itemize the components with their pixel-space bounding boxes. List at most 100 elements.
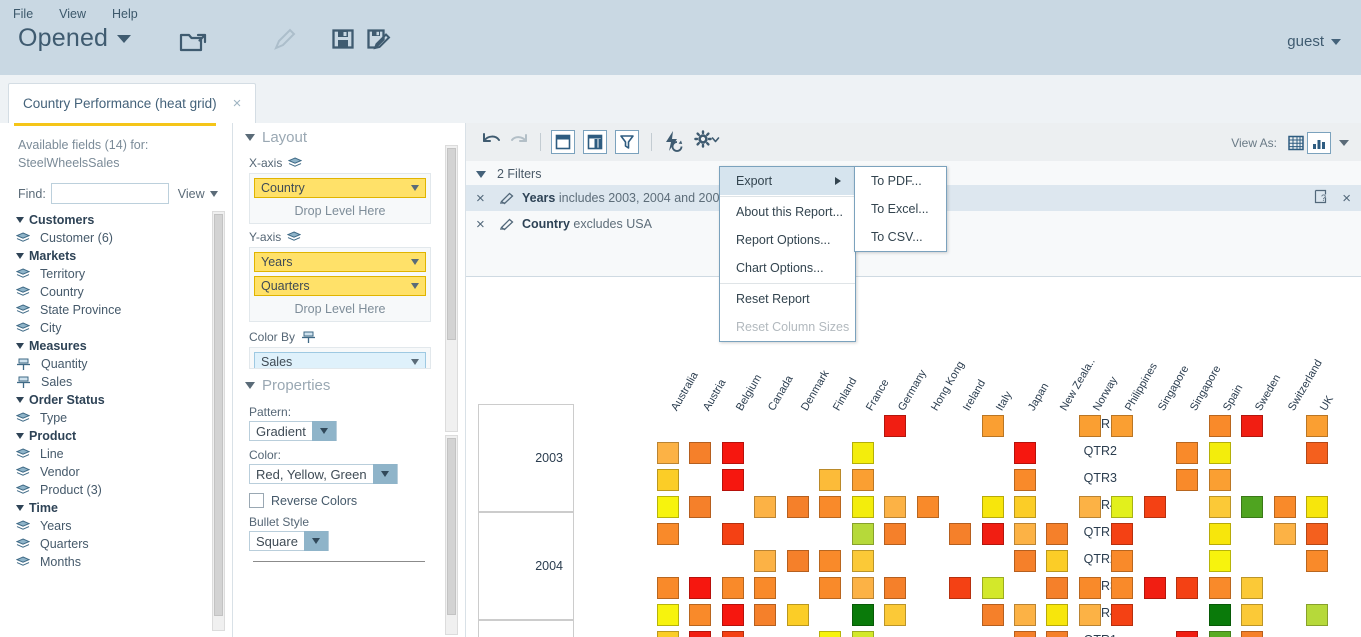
field-country[interactable]: Country bbox=[16, 283, 216, 301]
properties-scrollbar[interactable] bbox=[445, 435, 458, 635]
heat-cell[interactable] bbox=[819, 469, 842, 491]
menu-view[interactable]: View bbox=[46, 4, 99, 24]
heat-cell[interactable] bbox=[1078, 604, 1101, 626]
heat-cell[interactable] bbox=[949, 523, 972, 545]
quarter-label[interactable]: QTR1 bbox=[1071, 633, 1117, 637]
export-submenu[interactable]: To PDF... To Excel... To CSV... bbox=[854, 166, 947, 252]
quarter-label[interactable]: QTR3 bbox=[1071, 471, 1117, 485]
chart-view-icon[interactable] bbox=[1307, 132, 1331, 154]
heat-cell[interactable] bbox=[884, 577, 907, 599]
heat-cell[interactable] bbox=[1273, 523, 1296, 545]
heat-cell[interactable] bbox=[754, 496, 777, 518]
field-quantity[interactable]: Quantity bbox=[16, 355, 216, 373]
heat-cell[interactable] bbox=[1111, 523, 1134, 545]
layout-scrollbar[interactable] bbox=[445, 145, 458, 432]
heat-cell[interactable] bbox=[657, 523, 679, 545]
heat-cell[interactable] bbox=[1111, 577, 1134, 599]
field-group-time[interactable]: Time bbox=[16, 499, 216, 517]
heat-cell[interactable] bbox=[721, 442, 744, 464]
heat-cell[interactable] bbox=[981, 523, 1004, 545]
undo-icon[interactable] bbox=[480, 130, 502, 150]
year-cell-2005[interactable]: 2005 bbox=[478, 620, 574, 637]
heat-cell[interactable] bbox=[689, 604, 712, 626]
heat-cell[interactable] bbox=[819, 550, 842, 572]
save-as-icon[interactable] bbox=[366, 27, 393, 54]
edit-filter-icon[interactable] bbox=[498, 216, 522, 232]
settings-gear-icon[interactable] bbox=[694, 130, 720, 150]
table-view-icon[interactable] bbox=[1285, 133, 1307, 153]
reverse-colors-checkbox[interactable]: Reverse Colors bbox=[249, 493, 465, 508]
heat-cell[interactable] bbox=[1046, 631, 1069, 637]
heat-cell[interactable] bbox=[851, 550, 874, 572]
view-dropdown[interactable]: View bbox=[178, 187, 218, 201]
year-cell-2004[interactable]: 2004 bbox=[478, 512, 574, 620]
heat-cell[interactable] bbox=[819, 577, 842, 599]
tab-country-performance[interactable]: Country Performance (heat grid) × bbox=[8, 83, 257, 123]
heat-cell[interactable] bbox=[851, 577, 874, 599]
x-axis-label[interactable]: Germany bbox=[896, 368, 929, 413]
field-territory[interactable]: Territory bbox=[16, 265, 216, 283]
heat-cell[interactable] bbox=[981, 577, 1004, 599]
heat-cell[interactable] bbox=[657, 496, 679, 518]
x-axis-label[interactable]: Singapore bbox=[1156, 364, 1191, 413]
color-select[interactable]: Red, Yellow, Green bbox=[249, 464, 398, 484]
heat-cell[interactable] bbox=[754, 604, 777, 626]
field-quarters[interactable]: Quarters bbox=[16, 535, 216, 553]
heat-cell[interactable] bbox=[657, 631, 679, 637]
field-group-measures[interactable]: Measures bbox=[16, 337, 216, 355]
field-group-customers[interactable]: Customers bbox=[16, 211, 216, 229]
heat-cell[interactable] bbox=[721, 523, 744, 545]
heat-cell[interactable] bbox=[1143, 496, 1166, 518]
heat-cell[interactable] bbox=[1208, 415, 1231, 437]
chevron-down-icon[interactable] bbox=[303, 531, 328, 551]
report-context-menu[interactable]: Export About this Report... Report Options… bbox=[719, 166, 856, 342]
user-menu[interactable]: guest bbox=[1287, 33, 1341, 50]
heat-cell[interactable] bbox=[851, 631, 874, 637]
heat-cell[interactable] bbox=[1208, 604, 1231, 626]
field-tree[interactable]: Customers Customer (6) Markets Territory Cou… bbox=[16, 211, 216, 631]
heat-cell[interactable] bbox=[1241, 496, 1264, 518]
scrollbar-thumb[interactable] bbox=[447, 148, 456, 340]
heat-cell[interactable] bbox=[1013, 550, 1036, 572]
heat-cell[interactable] bbox=[1306, 604, 1328, 626]
field-product-3[interactable]: Product (3) bbox=[16, 481, 216, 499]
menu-item-to-excel[interactable]: To Excel... bbox=[855, 195, 946, 223]
heat-cell[interactable] bbox=[689, 577, 712, 599]
heat-cell[interactable] bbox=[1208, 523, 1231, 545]
heat-cell[interactable] bbox=[754, 577, 777, 599]
heat-cell[interactable] bbox=[1046, 577, 1069, 599]
heat-cell[interactable] bbox=[884, 415, 907, 437]
opened-dropdown[interactable]: Opened bbox=[18, 24, 132, 53]
field-group-product[interactable]: Product bbox=[16, 427, 216, 445]
heat-cell[interactable] bbox=[721, 577, 744, 599]
open-folder-icon[interactable] bbox=[178, 27, 212, 58]
x-axis-label[interactable]: Norway bbox=[1091, 375, 1120, 413]
chevron-down-icon[interactable] bbox=[1339, 140, 1349, 146]
x-axis-label[interactable]: Austria bbox=[701, 377, 729, 413]
color-by-pill-sales[interactable]: Sales bbox=[254, 352, 426, 368]
menu-item-reset-report[interactable]: Reset Report bbox=[720, 285, 855, 313]
menu-item-about-this-report[interactable]: About this Report... bbox=[720, 198, 855, 226]
menu-item-to-csv[interactable]: To CSV... bbox=[855, 223, 946, 251]
year-cell-2003[interactable]: 2003 bbox=[478, 404, 574, 512]
x-axis-label[interactable]: Denmark bbox=[799, 368, 832, 413]
checkbox-box[interactable] bbox=[249, 493, 264, 508]
heat-cell[interactable] bbox=[851, 604, 874, 626]
heat-cell[interactable] bbox=[1241, 631, 1264, 637]
menu-file[interactable]: File bbox=[0, 4, 46, 24]
heat-cell[interactable] bbox=[1078, 577, 1101, 599]
x-axis-label[interactable]: Philippines bbox=[1123, 361, 1160, 413]
field-years[interactable]: Years bbox=[16, 517, 216, 535]
heat-cell[interactable] bbox=[1046, 604, 1069, 626]
heat-cell[interactable] bbox=[1046, 523, 1069, 545]
save-icon[interactable] bbox=[331, 27, 355, 54]
field-tree-scrollbar[interactable] bbox=[212, 211, 225, 631]
x-axis-label[interactable]: Australia bbox=[669, 370, 701, 413]
heat-cell[interactable] bbox=[1176, 631, 1199, 637]
quarter-label[interactable]: QTR2 bbox=[1071, 552, 1117, 566]
heat-cell[interactable] bbox=[1208, 496, 1231, 518]
field-sales[interactable]: Sales bbox=[16, 373, 216, 391]
heat-cell[interactable] bbox=[1078, 415, 1101, 437]
menu-item-to-pdf[interactable]: To PDF... bbox=[855, 167, 946, 195]
y-axis-pill-quarters[interactable]: Quarters bbox=[254, 276, 426, 296]
